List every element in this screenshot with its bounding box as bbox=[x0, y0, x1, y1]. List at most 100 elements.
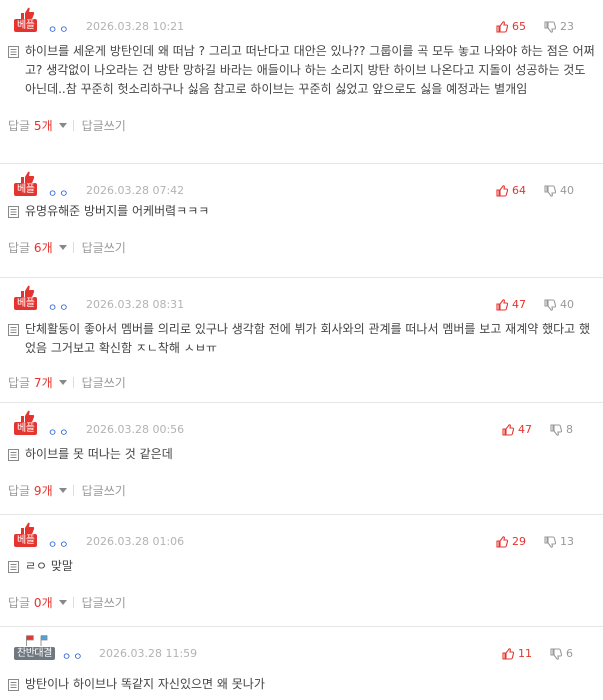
comment-actions: 답글 7개 답글쓰기 bbox=[8, 362, 595, 402]
comment-text: ㄹㅇ 맞말 bbox=[25, 559, 73, 573]
comment-item: 베플 ㅇㅇ 2026.03.28 00:56 47 8 하이브를 못 떠나는 것… bbox=[0, 403, 603, 515]
downvote-button[interactable]: 40 bbox=[544, 298, 574, 311]
upvote-count: 47 bbox=[518, 423, 532, 436]
author-nick[interactable]: ㅇㅇ bbox=[48, 185, 70, 200]
thumbs-up-icon bbox=[496, 535, 508, 548]
debate-badge: 찬반대결 bbox=[14, 647, 55, 660]
thumbs-down-icon bbox=[544, 184, 556, 197]
upvote-button[interactable]: 47 bbox=[496, 298, 526, 311]
upvote-count: 65 bbox=[512, 20, 526, 33]
divider bbox=[72, 241, 74, 253]
comment-meta: 베플 ㅇㅇ 2026.03.28 07:42 64 40 bbox=[8, 164, 595, 204]
comment-meta: 찬반대결 ㅇㅇ 2026.03.28 11:59 11 6 bbox=[8, 627, 595, 667]
comment-body: 방탄이나 하이브나 똑같지 자신있으면 왜 못나가 bbox=[8, 675, 595, 694]
comment-actions: 답글 0개 답글쓰기 bbox=[8, 582, 595, 622]
downvote-button[interactable]: 6 bbox=[550, 647, 573, 660]
flags-icon bbox=[26, 635, 48, 646]
upvote-button[interactable]: 47 bbox=[502, 423, 532, 436]
thumbs-up-badge-icon bbox=[21, 171, 35, 183]
comment-actions: 답글 5개 답글쓰기 bbox=[8, 105, 595, 145]
best-comment-badge: 베플 bbox=[14, 183, 38, 196]
comment-meta: 베플 ㅇㅇ 2026.03.28 00:56 47 8 bbox=[8, 403, 595, 443]
document-icon bbox=[8, 324, 19, 336]
write-reply-link[interactable]: 답글쓰기 bbox=[82, 239, 126, 256]
comment-date: 2026.03.28 10:21 bbox=[86, 20, 185, 33]
downvote-button[interactable]: 8 bbox=[550, 423, 573, 436]
upvote-count: 47 bbox=[512, 298, 526, 311]
write-reply-link[interactable]: 답글쓰기 bbox=[82, 117, 126, 134]
comment-text: 하이브를 못 떠나는 것 같은데 bbox=[25, 447, 173, 461]
replies-toggle[interactable]: 답글 0개 bbox=[8, 594, 53, 611]
comment-date: 2026.03.28 08:31 bbox=[86, 298, 185, 311]
comment-text: 방탄이나 하이브나 똑같지 자신있으면 왜 못나가 bbox=[25, 677, 265, 691]
thumbs-up-icon bbox=[502, 647, 514, 660]
write-reply-link[interactable]: 답글쓰기 bbox=[82, 482, 126, 499]
document-icon bbox=[8, 206, 19, 218]
comment-text: 단체활동이 좋아서 멤버를 의리로 있구나 생각함 전에 뷔가 회사와의 관계를… bbox=[25, 322, 591, 355]
chevron-down-icon[interactable] bbox=[58, 244, 67, 250]
chevron-down-icon[interactable] bbox=[58, 599, 67, 605]
comment-date: 2026.03.28 01:06 bbox=[86, 535, 185, 548]
thumbs-up-badge-icon bbox=[21, 522, 35, 534]
best-comment-badge: 베플 bbox=[14, 297, 38, 310]
thumbs-up-badge-icon bbox=[21, 7, 35, 19]
comment-meta: 베플 ㅇㅇ 2026.03.28 10:21 65 23 bbox=[8, 0, 595, 40]
thumbs-down-icon bbox=[550, 647, 562, 660]
comment-item: 베플 ㅇㅇ 2026.03.28 10:21 65 23 하이브를 세운게 방탄… bbox=[0, 0, 603, 164]
replies-toggle[interactable]: 답글 5개 bbox=[8, 117, 53, 134]
best-comment-badge: 베플 bbox=[14, 534, 38, 547]
comment-body: 하이브를 못 떠나는 것 같은데 bbox=[8, 445, 595, 464]
downvote-count: 13 bbox=[560, 535, 574, 548]
chevron-down-icon[interactable] bbox=[58, 487, 67, 493]
upvote-count: 64 bbox=[512, 184, 526, 197]
downvote-count: 40 bbox=[560, 298, 574, 311]
upvote-count: 11 bbox=[518, 647, 532, 660]
thumbs-down-icon bbox=[544, 535, 556, 548]
downvote-count: 6 bbox=[566, 647, 573, 660]
downvote-button[interactable]: 40 bbox=[544, 184, 574, 197]
author-nick[interactable]: ㅇㅇ bbox=[62, 648, 84, 663]
comment-item: 베플 ㅇㅇ 2026.03.28 08:31 47 40 단체활동이 좋아서 멤… bbox=[0, 278, 603, 403]
author-nick[interactable]: ㅇㅇ bbox=[48, 536, 70, 551]
upvote-button[interactable]: 11 bbox=[502, 647, 532, 660]
thumbs-down-icon bbox=[544, 298, 556, 311]
replies-toggle[interactable]: 답글 6개 bbox=[8, 239, 53, 256]
upvote-button[interactable]: 29 bbox=[496, 535, 526, 548]
document-icon bbox=[8, 561, 19, 573]
thumbs-down-icon bbox=[550, 423, 562, 436]
chevron-down-icon[interactable] bbox=[58, 122, 67, 128]
divider bbox=[72, 119, 74, 131]
upvote-button[interactable]: 64 bbox=[496, 184, 526, 197]
replies-toggle[interactable]: 답글 9개 bbox=[8, 482, 53, 499]
author-nick[interactable]: ㅇㅇ bbox=[48, 299, 70, 314]
downvote-count: 40 bbox=[560, 184, 574, 197]
write-reply-link[interactable]: 답글쓰기 bbox=[82, 594, 126, 611]
thumbs-up-badge-icon bbox=[21, 410, 35, 422]
comment-text: 하이브를 세운게 방탄인데 왜 떠남 ? 그리고 떠난다고 대안은 있나?? 그… bbox=[25, 44, 595, 96]
comment-body: 유명유해준 방버지를 어케버렼ㅋㅋㅋ bbox=[8, 202, 595, 221]
upvote-button[interactable]: 65 bbox=[496, 20, 526, 33]
comment-body: 하이브를 세운게 방탄인데 왜 떠남 ? 그리고 떠난다고 대안은 있나?? 그… bbox=[8, 42, 595, 99]
comment-item: 찬반대결 ㅇㅇ 2026.03.28 11:59 11 6 방탄이나 하이브나 … bbox=[0, 627, 603, 700]
thumbs-down-icon bbox=[544, 20, 556, 33]
write-reply-link[interactable]: 답글쓰기 bbox=[82, 374, 126, 391]
chevron-down-icon[interactable] bbox=[58, 379, 67, 385]
author-nick[interactable]: ㅇㅇ bbox=[48, 21, 70, 36]
best-comment-badge: 베플 bbox=[14, 19, 38, 32]
comment-text: 유명유해준 방버지를 어케버렼ㅋㅋㅋ bbox=[25, 204, 210, 218]
document-icon bbox=[8, 679, 19, 691]
downvote-count: 23 bbox=[560, 20, 574, 33]
author-nick[interactable]: ㅇㅇ bbox=[48, 424, 70, 439]
downvote-button[interactable]: 23 bbox=[544, 20, 574, 33]
comment-meta: 베플 ㅇㅇ 2026.03.28 01:06 29 13 bbox=[8, 515, 595, 555]
comment-item: 베플 ㅇㅇ 2026.03.28 01:06 29 13 ㄹㅇ 맞말 답글 0개… bbox=[0, 515, 603, 627]
upvote-count: 29 bbox=[512, 535, 526, 548]
thumbs-up-icon bbox=[496, 184, 508, 197]
thumbs-up-icon bbox=[496, 298, 508, 311]
downvote-button[interactable]: 13 bbox=[544, 535, 574, 548]
document-icon bbox=[8, 449, 19, 461]
replies-toggle[interactable]: 답글 7개 bbox=[8, 374, 53, 391]
thumbs-up-icon bbox=[502, 423, 514, 436]
document-icon bbox=[8, 46, 19, 58]
comment-date: 2026.03.28 07:42 bbox=[86, 184, 185, 197]
